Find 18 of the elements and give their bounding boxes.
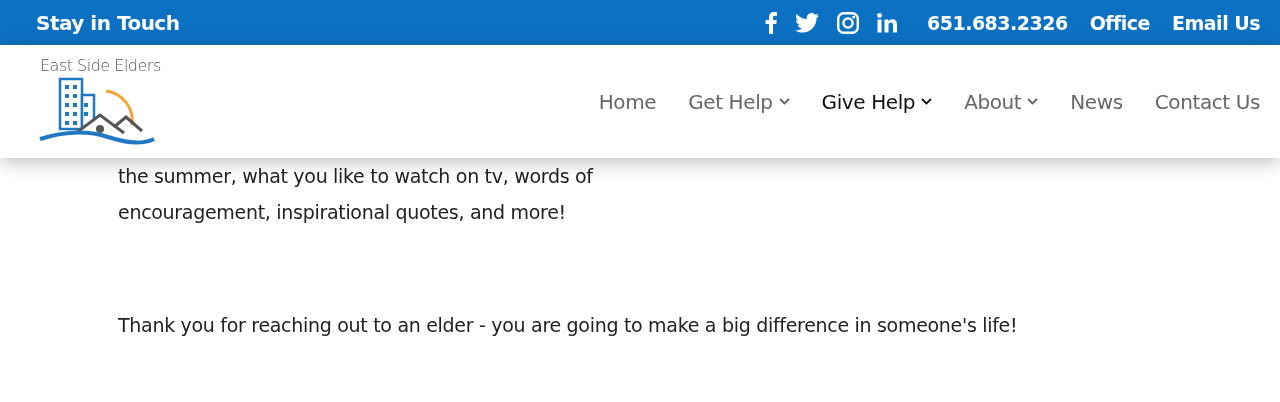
paragraph-text: Thank you for reaching out to an elder - you are going to make a big difference in someone's life! [118,313,1019,338]
nav-link[interactable]: Home [598,89,657,114]
paragraph-text: the summer, what you like to watch on tv, words of [118,164,595,189]
nav-link[interactable]: About [964,89,1039,114]
logo-text: East Side Elders [40,56,161,75]
facebook-icon[interactable] [765,11,777,34]
nav-link[interactable]: Contact Us [1154,89,1260,114]
top-bar-link[interactable]: 651.683.2326 [927,11,1068,34]
paragraph-text: encouragement, inspirational quotes, and more! [118,200,567,225]
nav-link[interactable]: Get Help [688,89,790,114]
instagram-icon[interactable] [837,11,859,34]
linkedin-icon[interactable] [877,12,897,33]
twitter-icon[interactable] [795,12,819,33]
top-bar-link[interactable]: Email Us [1172,11,1260,34]
nav-link[interactable]: Give Help [821,89,933,114]
nav-link[interactable]: News [1070,89,1123,114]
top-bar-link[interactable]: Office [1089,11,1150,34]
top-bar-title: Stay in Touch [36,10,180,35]
